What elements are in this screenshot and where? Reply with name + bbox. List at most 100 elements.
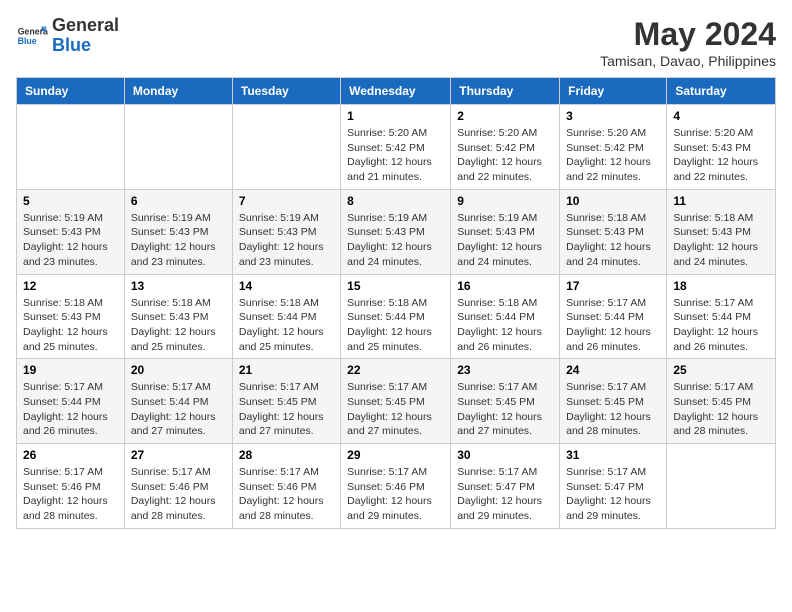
- calendar-cell: 4Sunrise: 5:20 AM Sunset: 5:43 PM Daylig…: [667, 105, 776, 190]
- day-number: 25: [673, 363, 769, 377]
- day-info: Sunrise: 5:18 AM Sunset: 5:44 PM Dayligh…: [239, 296, 334, 355]
- day-number: 23: [457, 363, 553, 377]
- calendar-body: 1Sunrise: 5:20 AM Sunset: 5:42 PM Daylig…: [17, 105, 776, 529]
- day-info: Sunrise: 5:17 AM Sunset: 5:45 PM Dayligh…: [566, 380, 660, 439]
- calendar-cell: [124, 105, 232, 190]
- day-number: 16: [457, 279, 553, 293]
- calendar-cell: 21 Sunrise: 5:17 AM Sunset: 5:45 PM Dayli…: [232, 359, 340, 444]
- day-info: Sunrise: 5:18 AM Sunset: 5:43 PM Dayligh…: [566, 211, 660, 270]
- weekday-header-row: SundayMondayTuesdayWednesdayThursdayFrid…: [17, 78, 776, 105]
- day-info: Sunrise: 5:19 AM Sunset: 5:43 PM Dayligh…: [457, 211, 553, 270]
- calendar-cell: 19 Sunrise: 5:17 AM Sunset: 5:44 PM Dayli…: [17, 359, 125, 444]
- calendar-cell: 7 Sunrise: 5:19 AM Sunset: 5:43 PM Daylig…: [232, 189, 340, 274]
- day-info: Sunrise: 5:17 AM Sunset: 5:46 PM Dayligh…: [23, 465, 118, 524]
- day-number: 9: [457, 194, 553, 208]
- calendar-cell: 14 Sunrise: 5:18 AM Sunset: 5:44 PM Dayli…: [232, 274, 340, 359]
- calendar-cell: 16 Sunrise: 5:18 AM Sunset: 5:44 PM Dayli…: [451, 274, 560, 359]
- day-number: 8: [347, 194, 444, 208]
- weekday-sunday: Sunday: [17, 78, 125, 105]
- location: Tamisan, Davao, Philippines: [600, 53, 776, 69]
- day-number: 15: [347, 279, 444, 293]
- logo-text: General Blue: [52, 16, 119, 56]
- day-number: 12: [23, 279, 118, 293]
- day-info: Sunrise: 5:19 AM Sunset: 5:43 PM Dayligh…: [239, 211, 334, 270]
- day-number: 30: [457, 448, 553, 462]
- day-number: 10: [566, 194, 660, 208]
- calendar-cell: 27 Sunrise: 5:17 AM Sunset: 5:46 PM Dayli…: [124, 444, 232, 529]
- weekday-saturday: Saturday: [667, 78, 776, 105]
- calendar-cell: 15 Sunrise: 5:18 AM Sunset: 5:44 PM Dayli…: [341, 274, 451, 359]
- calendar-cell: 3 Sunrise: 5:20 AM Sunset: 5:42 PM Daylig…: [560, 105, 667, 190]
- day-info: Sunrise: 5:17 AM Sunset: 5:44 PM Dayligh…: [673, 296, 769, 355]
- day-number: 2: [457, 109, 553, 123]
- calendar-cell: 13Sunrise: 5:18 AM Sunset: 5:43 PM Dayli…: [124, 274, 232, 359]
- day-number: 20: [131, 363, 226, 377]
- day-info: Sunrise: 5:18 AM Sunset: 5:44 PM Dayligh…: [457, 296, 553, 355]
- calendar-cell: 9 Sunrise: 5:19 AM Sunset: 5:43 PM Daylig…: [451, 189, 560, 274]
- week-row-4: 19 Sunrise: 5:17 AM Sunset: 5:44 PM Dayli…: [17, 359, 776, 444]
- day-number: 22: [347, 363, 444, 377]
- day-info: Sunrise: 5:17 AM Sunset: 5:46 PM Dayligh…: [131, 465, 226, 524]
- week-row-2: 5 Sunrise: 5:19 AM Sunset: 5:43 PM Daylig…: [17, 189, 776, 274]
- day-info: Sunrise: 5:17 AM Sunset: 5:46 PM Dayligh…: [347, 465, 444, 524]
- day-info: Sunrise: 5:20 AM Sunset: 5:42 PM Dayligh…: [566, 126, 660, 185]
- day-info: Sunrise: 5:17 AM Sunset: 5:45 PM Dayligh…: [239, 380, 334, 439]
- day-number: 7: [239, 194, 334, 208]
- calendar-cell: 11 Sunrise: 5:18 AM Sunset: 5:43 PM Dayli…: [667, 189, 776, 274]
- day-info: Sunrise: 5:17 AM Sunset: 5:45 PM Dayligh…: [457, 380, 553, 439]
- calendar-cell: 22 Sunrise: 5:17 AM Sunset: 5:45 PM Dayli…: [341, 359, 451, 444]
- day-number: 17: [566, 279, 660, 293]
- day-info: Sunrise: 5:19 AM Sunset: 5:43 PM Dayligh…: [23, 211, 118, 270]
- day-number: 27: [131, 448, 226, 462]
- day-info: Sunrise: 5:18 AM Sunset: 5:43 PM Dayligh…: [131, 296, 226, 355]
- day-number: 21: [239, 363, 334, 377]
- day-info: Sunrise: 5:17 AM Sunset: 5:44 PM Dayligh…: [23, 380, 118, 439]
- calendar-cell: 29 Sunrise: 5:17 AM Sunset: 5:46 PM Dayli…: [341, 444, 451, 529]
- day-info: Sunrise: 5:18 AM Sunset: 5:44 PM Dayligh…: [347, 296, 444, 355]
- calendar-cell: 26 Sunrise: 5:17 AM Sunset: 5:46 PM Dayli…: [17, 444, 125, 529]
- day-number: 26: [23, 448, 118, 462]
- day-info: Sunrise: 5:17 AM Sunset: 5:46 PM Dayligh…: [239, 465, 334, 524]
- day-info: Sunrise: 5:19 AM Sunset: 5:43 PM Dayligh…: [347, 211, 444, 270]
- logo-icon: General Blue: [16, 20, 48, 52]
- calendar-cell: 18 Sunrise: 5:17 AM Sunset: 5:44 PM Dayli…: [667, 274, 776, 359]
- day-info: Sunrise: 5:19 AM Sunset: 5:43 PM Dayligh…: [131, 211, 226, 270]
- week-row-1: 1Sunrise: 5:20 AM Sunset: 5:42 PM Daylig…: [17, 105, 776, 190]
- weekday-wednesday: Wednesday: [341, 78, 451, 105]
- calendar-cell: 30 Sunrise: 5:17 AM Sunset: 5:47 PM Dayli…: [451, 444, 560, 529]
- week-row-3: 12 Sunrise: 5:18 AM Sunset: 5:43 PM Dayli…: [17, 274, 776, 359]
- calendar-cell: 2 Sunrise: 5:20 AM Sunset: 5:42 PM Daylig…: [451, 105, 560, 190]
- calendar-cell: 12 Sunrise: 5:18 AM Sunset: 5:43 PM Dayli…: [17, 274, 125, 359]
- calendar-cell: 6Sunrise: 5:19 AM Sunset: 5:43 PM Daylig…: [124, 189, 232, 274]
- weekday-monday: Monday: [124, 78, 232, 105]
- calendar-cell: 17Sunrise: 5:17 AM Sunset: 5:44 PM Dayli…: [560, 274, 667, 359]
- day-info: Sunrise: 5:20 AM Sunset: 5:42 PM Dayligh…: [347, 126, 444, 185]
- svg-text:Blue: Blue: [18, 36, 37, 46]
- calendar-cell: [17, 105, 125, 190]
- month-title: May 2024: [600, 16, 776, 53]
- day-number: 14: [239, 279, 334, 293]
- day-info: Sunrise: 5:17 AM Sunset: 5:47 PM Dayligh…: [566, 465, 660, 524]
- day-number: 3: [566, 109, 660, 123]
- week-row-5: 26 Sunrise: 5:17 AM Sunset: 5:46 PM Dayli…: [17, 444, 776, 529]
- day-number: 29: [347, 448, 444, 462]
- day-info: Sunrise: 5:18 AM Sunset: 5:43 PM Dayligh…: [673, 211, 769, 270]
- day-number: 24: [566, 363, 660, 377]
- calendar-cell: 23 Sunrise: 5:17 AM Sunset: 5:45 PM Dayli…: [451, 359, 560, 444]
- calendar-cell: 28Sunrise: 5:17 AM Sunset: 5:46 PM Dayli…: [232, 444, 340, 529]
- day-number: 19: [23, 363, 118, 377]
- calendar-cell: [667, 444, 776, 529]
- day-number: 5: [23, 194, 118, 208]
- day-number: 31: [566, 448, 660, 462]
- day-info: Sunrise: 5:20 AM Sunset: 5:42 PM Dayligh…: [457, 126, 553, 185]
- day-number: 18: [673, 279, 769, 293]
- page-header: General Blue General Blue May 2024 Tamis…: [16, 16, 776, 69]
- weekday-friday: Friday: [560, 78, 667, 105]
- calendar-cell: 10 Sunrise: 5:18 AM Sunset: 5:43 PM Dayli…: [560, 189, 667, 274]
- day-info: Sunrise: 5:17 AM Sunset: 5:47 PM Dayligh…: [457, 465, 553, 524]
- weekday-thursday: Thursday: [451, 78, 560, 105]
- day-info: Sunrise: 5:17 AM Sunset: 5:45 PM Dayligh…: [347, 380, 444, 439]
- day-info: Sunrise: 5:18 AM Sunset: 5:43 PM Dayligh…: [23, 296, 118, 355]
- day-number: 11: [673, 194, 769, 208]
- calendar-cell: 5 Sunrise: 5:19 AM Sunset: 5:43 PM Daylig…: [17, 189, 125, 274]
